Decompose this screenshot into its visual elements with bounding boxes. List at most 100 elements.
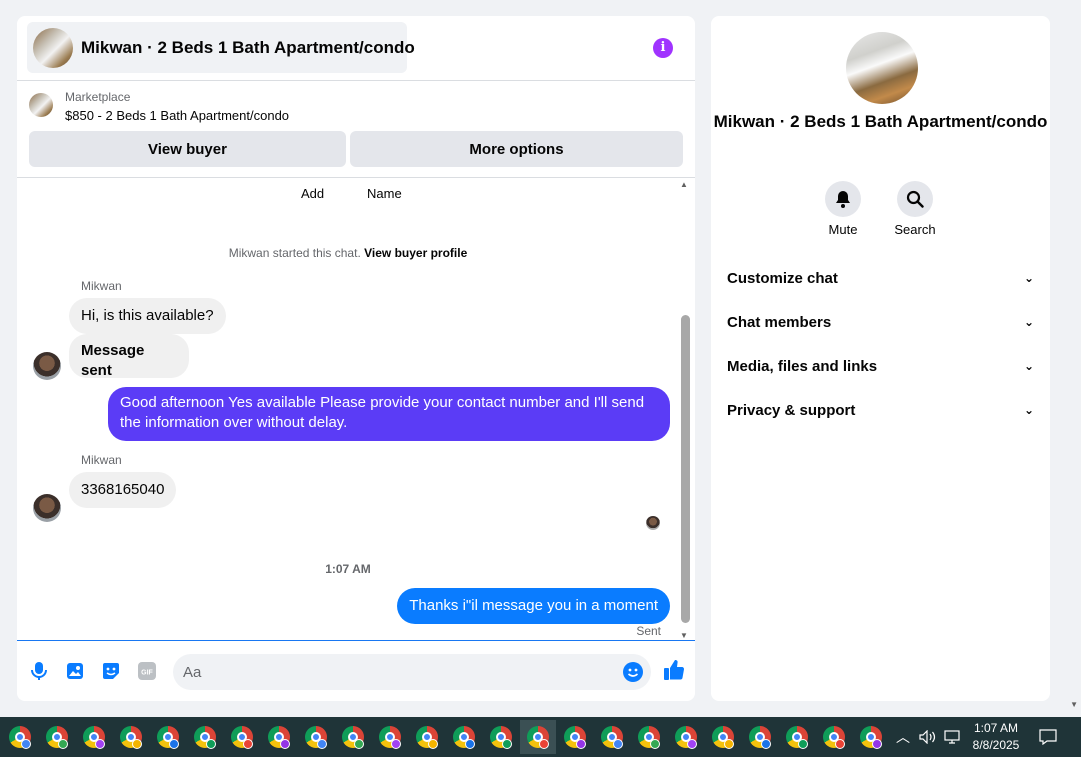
page-scroll-down-icon[interactable]: ▼: [1070, 700, 1078, 709]
chrome-profile-taskbar-button[interactable]: [150, 720, 186, 754]
windows-taskbar: ︿ 1:07 AM 8/8/2025: [0, 717, 1081, 757]
volume-icon[interactable]: [919, 717, 937, 757]
more-options-button[interactable]: More options: [350, 131, 683, 167]
message-input-box: [173, 654, 651, 690]
chrome-profile-taskbar-button[interactable]: [557, 720, 593, 754]
message-composer: GIF: [17, 640, 695, 701]
system-message[interactable]: Message sent: [69, 334, 189, 379]
chrome-profile-taskbar-button[interactable]: [483, 720, 519, 754]
mute-label: Mute: [828, 222, 858, 237]
profile-badge-icon: [317, 739, 327, 749]
chat-started-notice: Mikwan started this chat. View buyer pro…: [17, 246, 679, 260]
info-icon[interactable]: i: [653, 38, 673, 58]
notifications-icon[interactable]: [1039, 717, 1057, 757]
chrome-profile-taskbar-button[interactable]: [816, 720, 852, 754]
chrome-profile-taskbar-button[interactable]: [853, 720, 889, 754]
thumbs-up-icon[interactable]: [662, 658, 686, 682]
chevron-down-icon: ⌄: [1023, 315, 1034, 329]
customize-chat-section[interactable]: Customize chat ⌄: [727, 266, 1034, 290]
chrome-profile-taskbar-button[interactable]: [446, 720, 482, 754]
started-text: Mikwan started this chat.: [228, 246, 361, 260]
profile-badge-icon: [724, 739, 734, 749]
listing-thumbnail: [33, 27, 73, 68]
sent-status: Sent: [636, 624, 661, 638]
search-label: Search: [894, 222, 936, 237]
chat-members-section[interactable]: Chat members ⌄: [727, 310, 1034, 334]
sticker-icon[interactable]: [101, 661, 121, 681]
profile-badge-icon: [169, 739, 179, 749]
profile-badge-icon: [428, 739, 438, 749]
profile-badge-icon: [613, 739, 623, 749]
clock-time: 1:07 AM: [973, 721, 1019, 735]
chrome-profile-taskbar-button[interactable]: [779, 720, 815, 754]
chrome-profile-taskbar-button[interactable]: [631, 720, 667, 754]
message-input[interactable]: [183, 654, 613, 690]
chrome-profile-taskbar-button[interactable]: [113, 720, 149, 754]
sender-name: Mikwan: [81, 279, 122, 293]
chrome-profile-taskbar-button[interactable]: [39, 720, 75, 754]
chat-title: Mikwan · 2 Beds 1 Bath Apartment/condo: [81, 37, 415, 57]
buyer-avatar[interactable]: [33, 352, 61, 380]
chat-title-button[interactable]: Mikwan · 2 Beds 1 Bath Apartment/condo: [27, 22, 415, 73]
chrome-profile-taskbar-button[interactable]: [298, 720, 334, 754]
view-buyer-profile-link[interactable]: View buyer profile: [364, 246, 467, 260]
listing-photo[interactable]: [846, 32, 918, 104]
listing-price-title[interactable]: $850 - 2 Beds 1 Bath Apartment/condo: [65, 108, 289, 123]
chrome-profile-taskbar-button[interactable]: [594, 720, 630, 754]
scroll-up-arrow-icon[interactable]: ▲: [680, 180, 688, 189]
profile-badge-icon: [243, 739, 253, 749]
message-list: Add Name Mikwan started this chat. View …: [17, 178, 695, 640]
chrome-profile-taskbar-button[interactable]: [261, 720, 297, 754]
conversation-info-panel: Mikwan · 2 Beds 1 Bath Apartment/condo M…: [711, 16, 1050, 701]
listing-small-thumbnail: [29, 93, 53, 117]
chevron-down-icon: ⌄: [1023, 403, 1034, 417]
message-scrollbar[interactable]: ▲ ▼: [679, 178, 691, 640]
info-title: Mikwan · 2 Beds 1 Bath Apartment/condo: [713, 112, 1048, 131]
sender-name: Mikwan: [81, 453, 122, 467]
show-hidden-icons-icon[interactable]: ︿: [896, 717, 910, 757]
chevron-down-icon: ⌄: [1023, 359, 1034, 373]
name-action-label[interactable]: Name: [367, 186, 402, 201]
search-icon: [906, 190, 924, 208]
chevron-down-icon: ⌄: [1023, 271, 1034, 285]
chrome-profile-taskbar-button[interactable]: [187, 720, 223, 754]
incoming-message[interactable]: Hi, is this available?: [69, 298, 226, 334]
microphone-icon[interactable]: [29, 661, 49, 681]
profile-badge-icon: [132, 739, 142, 749]
mute-button[interactable]: [825, 181, 861, 217]
scrollbar-thumb[interactable]: [681, 315, 690, 623]
outgoing-message[interactable]: Thanks i"il message you in a moment: [397, 588, 670, 624]
incoming-message[interactable]: 3368165040: [69, 472, 177, 508]
profile-badge-icon: [576, 739, 586, 749]
profile-badge-icon: [465, 739, 475, 749]
privacy-support-section[interactable]: Privacy & support ⌄: [727, 398, 1034, 422]
chrome-profile-taskbar-button[interactable]: [76, 720, 112, 754]
chrome-profile-taskbar-button[interactable]: [372, 720, 408, 754]
chrome-profile-taskbar-button[interactable]: [668, 720, 704, 754]
section-label: Chat members: [727, 313, 832, 331]
marketplace-label: Marketplace: [65, 90, 131, 104]
chrome-profile-taskbar-button[interactable]: [335, 720, 371, 754]
add-action-label[interactable]: Add: [301, 186, 324, 201]
network-icon[interactable]: [944, 717, 960, 757]
chrome-profile-taskbar-button[interactable]: [2, 720, 38, 754]
chrome-profile-taskbar-button[interactable]: [224, 720, 260, 754]
view-buyer-button[interactable]: View buyer: [29, 131, 346, 167]
chrome-profile-taskbar-button[interactable]: [742, 720, 778, 754]
emoji-icon[interactable]: [623, 662, 643, 682]
image-icon[interactable]: [65, 661, 85, 681]
chrome-profile-taskbar-button[interactable]: [705, 720, 741, 754]
buyer-avatar[interactable]: [33, 494, 61, 522]
svg-text:GIF: GIF: [141, 670, 153, 677]
search-button[interactable]: [897, 181, 933, 217]
chrome-profile-taskbar-button[interactable]: [409, 720, 445, 754]
chrome-profile-taskbar-button[interactable]: [520, 720, 556, 754]
profile-badge-icon: [95, 739, 105, 749]
scroll-down-arrow-icon[interactable]: ▼: [680, 631, 688, 640]
outgoing-message[interactable]: Good afternoon Yes available Please prov…: [108, 387, 670, 441]
media-files-links-section[interactable]: Media, files and links ⌄: [727, 354, 1034, 378]
profile-badge-icon: [798, 739, 808, 749]
gif-icon[interactable]: GIF: [137, 661, 157, 681]
taskbar-clock[interactable]: 1:07 AM 8/8/2025: [965, 720, 1027, 754]
profile-badge-icon: [58, 739, 68, 749]
